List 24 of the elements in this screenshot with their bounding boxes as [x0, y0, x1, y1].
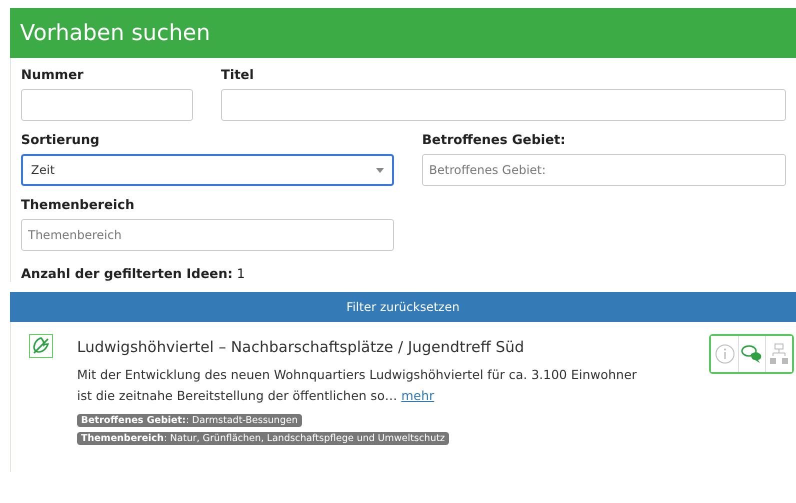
- more-link[interactable]: mehr: [401, 388, 434, 403]
- field-label: Betroffenes Gebiet:: [422, 133, 566, 148]
- speech-bubbles-icon: [741, 344, 763, 364]
- tag-label: Betroffenes Gebiet:: Darmstadt-Bessungen: [77, 414, 302, 427]
- field-label: Nummer: [21, 68, 84, 83]
- reset-filter-button[interactable]: Filter zurücksetzen: [10, 292, 796, 322]
- project-title[interactable]: Ludwigshöhviertel – Nachbarschaftsplätze / Jugendtreff Süd: [77, 338, 685, 356]
- hierarchy-icon: [769, 343, 789, 365]
- filtered-count: Anzahl der gefilterten Ideen: 1: [21, 267, 246, 282]
- input-field[interactable]: Themenbereich: [21, 219, 394, 251]
- field-label: Titel: [221, 68, 255, 83]
- sort-dropdown[interactable]: Zeit: [21, 154, 394, 186]
- info-icon: [714, 344, 734, 364]
- action-button[interactable]: [765, 336, 792, 372]
- caret-icon: [376, 168, 384, 172]
- field-label: Sortierung: [21, 133, 100, 148]
- project-description: Mit der Entwicklung des neuen Wohnquartiers Ludwigshöhviertel für ca. 3.100 Einwohner ist die zeitnahe Bereitstellung der öffentlichen so… mehr: [77, 366, 638, 405]
- field-label: Themenbereich: [21, 198, 136, 213]
- leaf-icon: [29, 334, 53, 358]
- tag-label: Themenbereich: Natur, Grünflächen, Landschaftspflege und Umweltschutz: [77, 432, 449, 445]
- input-field[interactable]: Betroffenes Gebiet:: [422, 154, 786, 186]
- input-field[interactable]: [21, 89, 193, 121]
- page-title: Vorhaben suchen: [10, 8, 796, 58]
- input-field[interactable]: [221, 89, 786, 121]
